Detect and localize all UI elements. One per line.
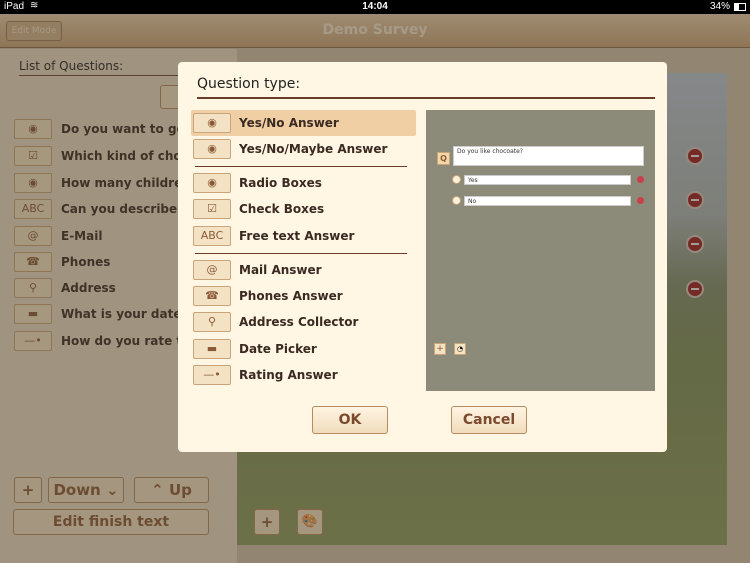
battery-icon xyxy=(734,3,746,11)
radio-icon: ◉ xyxy=(193,113,231,133)
checkbox-icon: ☑ xyxy=(193,199,231,219)
divider xyxy=(195,166,407,167)
option-label: Phones Answer xyxy=(239,289,343,303)
abc-icon: ABC xyxy=(193,226,231,246)
radio-icon xyxy=(452,175,461,184)
option-label: Mail Answer xyxy=(239,263,322,277)
option-label: Radio Boxes xyxy=(239,176,322,190)
dialog-title: Question type: xyxy=(197,76,655,99)
option-label: Yes/No Answer xyxy=(239,116,339,130)
option-label: Free text Answer xyxy=(239,229,355,243)
preview-answer-field: No xyxy=(464,196,631,206)
slider-icon: —• xyxy=(193,365,231,385)
at-icon: @ xyxy=(193,260,231,280)
question-type-dialog: Question type: ◉ Yes/No Answer ◉ Yes/No/May… xyxy=(178,62,667,452)
question-type-option[interactable]: ☑ Check Boxes xyxy=(191,196,416,222)
status-bar: iPad ≋ 14:04 34% xyxy=(0,0,750,14)
option-label: Check Boxes xyxy=(239,202,325,216)
question-type-option[interactable]: ▬ Date Picker xyxy=(191,336,416,362)
cancel-button[interactable]: Cancel xyxy=(451,406,527,434)
question-type-option[interactable]: ◉ Radio Boxes xyxy=(191,170,416,196)
option-label: Address Collector xyxy=(239,315,359,329)
radio-icon xyxy=(452,196,461,205)
option-label: Yes/No/Maybe Answer xyxy=(239,142,388,156)
radio-icon: ◉ xyxy=(193,173,231,193)
phone-icon: ☎ xyxy=(193,286,231,306)
question-type-option[interactable]: —• Rating Answer xyxy=(191,362,416,388)
battery-percent: 34% xyxy=(710,1,731,12)
plus-icon: + xyxy=(434,343,446,355)
clock: 14:04 xyxy=(362,1,388,12)
question-type-option[interactable]: ⚲ Address Collector xyxy=(191,309,416,335)
question-preview: Q Do you like chocoate? Yes No + ◔ xyxy=(426,110,655,391)
preview-answer-field: Yes xyxy=(464,175,631,185)
pin-icon: ⚲ xyxy=(193,312,231,332)
divider xyxy=(195,253,407,254)
question-type-option[interactable]: ◉ Yes/No Answer xyxy=(191,110,416,136)
radio-icon: ◉ xyxy=(193,139,231,159)
option-label: Date Picker xyxy=(239,342,317,356)
calendar-icon: ▬ xyxy=(193,339,231,359)
question-type-option[interactable]: @ Mail Answer xyxy=(191,257,416,283)
question-type-option[interactable]: ABC Free text Answer xyxy=(191,223,416,249)
remove-icon xyxy=(637,176,644,183)
option-label: Rating Answer xyxy=(239,368,338,382)
remove-icon xyxy=(637,197,644,204)
question-type-option[interactable]: ◉ Yes/No/Maybe Answer xyxy=(191,136,416,162)
question-type-option[interactable]: ☎ Phones Answer xyxy=(191,283,416,309)
palette-icon: ◔ xyxy=(454,343,466,355)
question-badge-icon: Q xyxy=(437,152,450,165)
ok-button[interactable]: OK xyxy=(312,406,388,434)
preview-question-field: Do you like chocoate? xyxy=(453,146,644,166)
